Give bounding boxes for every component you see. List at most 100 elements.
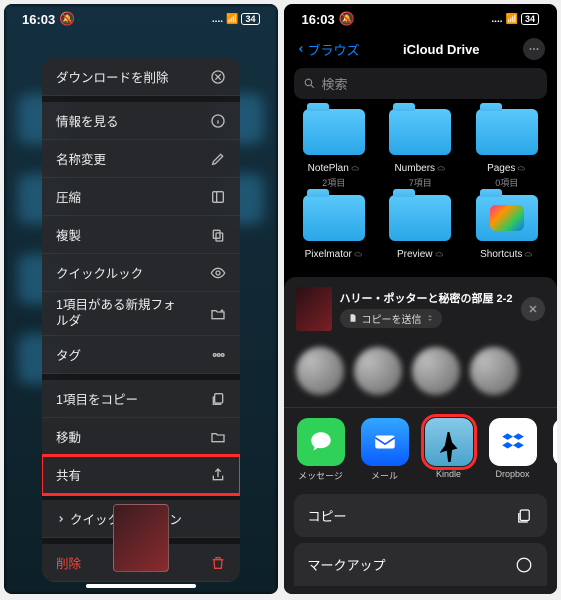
search-icon — [303, 77, 316, 90]
menu-label: 1項目をコピー — [56, 389, 138, 408]
wifi-icon: 📶 — [506, 14, 518, 25]
trash-icon — [210, 555, 226, 571]
app-label: メッセージ — [292, 469, 350, 482]
folder-name: Numbers — [394, 163, 435, 174]
folder-pages[interactable]: Pages 0項目 — [467, 109, 548, 189]
menu-compress[interactable]: 圧縮 — [42, 178, 240, 216]
menu-label: タグ — [56, 345, 81, 364]
action-label: マークアップ — [308, 555, 386, 574]
wifi-icon: 📶 — [226, 14, 238, 25]
cell-dots: .... — [212, 14, 223, 25]
airdrop-target[interactable] — [412, 347, 460, 395]
close-icon — [527, 303, 539, 315]
home-indicator[interactable] — [86, 584, 196, 588]
folder-grid: NotePlan 2項目 Numbers 7項目 Pages 0項目 Pixel… — [284, 103, 558, 268]
bell-icon: 🔕 — [59, 11, 75, 27]
cloud-icon — [351, 164, 360, 173]
status-time: 16:03 — [22, 12, 55, 27]
folder-numbers[interactable]: Numbers 7項目 — [380, 109, 461, 189]
app-mail[interactable]: メール — [356, 418, 414, 482]
share-sheet: ハリー・ポッターと秘密の部屋 2-2 コピーを送信 — [284, 277, 558, 594]
folder-sub: 7項目 — [380, 176, 461, 189]
menu-label: 圧縮 — [56, 187, 81, 206]
menu-move[interactable]: 移動 — [42, 418, 240, 456]
airdrop-target[interactable] — [354, 347, 402, 395]
bell-icon: 🔕 — [339, 11, 355, 27]
share-options-button[interactable]: コピーを送信 — [340, 309, 442, 328]
status-time: 16:03 — [302, 12, 335, 27]
menu-share[interactable]: 共有 — [42, 456, 240, 494]
action-label: コピー — [308, 506, 347, 525]
action-markup[interactable]: マークアップ — [294, 543, 548, 586]
folder-plus-icon — [210, 306, 226, 322]
app-kindle[interactable]: Kindle — [420, 418, 478, 482]
cloud-icon — [435, 250, 444, 259]
menu-label: 複製 — [56, 225, 81, 244]
app-dropbox[interactable]: Dropbox — [484, 418, 542, 482]
menu-label: 削除 — [56, 553, 81, 572]
folder-preview[interactable]: Preview — [380, 195, 461, 262]
share-action-list: コピー マークアップ — [284, 494, 558, 594]
cloud-icon — [524, 250, 533, 259]
cloud-icon — [354, 250, 363, 259]
info-icon — [210, 113, 226, 129]
menu-label: クイックルック — [56, 263, 143, 282]
more-button[interactable] — [523, 38, 545, 60]
menu-info[interactable]: 情報を見る — [42, 102, 240, 140]
folder-sub: 2項目 — [294, 176, 375, 189]
folder-pixelmator[interactable]: Pixelmator — [294, 195, 375, 262]
menu-remove-download[interactable]: ダウンロードを削除 — [42, 58, 240, 96]
menu-rename[interactable]: 名称変更 — [42, 140, 240, 178]
menu-tag[interactable]: タグ — [42, 336, 240, 374]
cloud-icon — [437, 164, 446, 173]
app-label: Kindle — [420, 469, 478, 479]
app-more[interactable]: D — [548, 418, 558, 482]
tag-icon — [210, 347, 226, 363]
markup-icon — [515, 556, 533, 574]
copy-icon — [515, 507, 533, 525]
share-header: ハリー・ポッターと秘密の部屋 2-2 コピーを送信 — [284, 287, 558, 339]
file-thumbnail[interactable] — [113, 504, 169, 572]
mail-icon — [372, 429, 398, 455]
folder-icon — [210, 429, 226, 445]
folder-icon — [476, 109, 538, 155]
folder-icon — [389, 195, 451, 241]
menu-new-folder[interactable]: 1項目がある新規フォルダ — [42, 292, 240, 336]
dropbox-icon — [500, 429, 526, 455]
app-label: D — [548, 469, 558, 479]
ellipsis-icon — [527, 42, 541, 56]
archive-icon — [210, 189, 226, 205]
nav-bar: ブラウズ iCloud Drive — [284, 34, 558, 64]
menu-copy-one[interactable]: 1項目をコピー — [42, 380, 240, 418]
share-apps-row: メッセージ メール Kindle Dropbox — [284, 408, 558, 494]
messages-icon — [308, 429, 334, 455]
airdrop-row — [284, 339, 558, 408]
folder-icon — [389, 109, 451, 155]
menu-duplicate[interactable]: 複製 — [42, 216, 240, 254]
cell-dots: .... — [491, 14, 502, 25]
menu-label: ダウンロードを削除 — [56, 67, 169, 86]
airdrop-target[interactable] — [470, 347, 518, 395]
back-button[interactable]: ブラウズ — [296, 40, 360, 59]
folder-sub: 0項目 — [467, 176, 548, 189]
menu-label: 名称変更 — [56, 149, 106, 168]
battery-level: 34 — [241, 13, 259, 25]
menu-quicklook[interactable]: クイックルック — [42, 254, 240, 292]
menu-label: 移動 — [56, 427, 81, 446]
phone-left: 16:03 🔕 .... 📶 34 ダウンロードを削除 情報を見る 名称変更 — [4, 4, 278, 594]
app-label: メール — [356, 469, 414, 482]
airdrop-target[interactable] — [296, 347, 344, 395]
search-placeholder: 検索 — [322, 74, 348, 93]
folder-shortcuts[interactable]: Shortcuts — [467, 195, 548, 262]
search-input[interactable]: 検索 — [294, 68, 548, 99]
folder-noteplan[interactable]: NotePlan 2項目 — [294, 109, 375, 189]
folder-name: NotePlan — [308, 163, 349, 174]
folder-icon — [303, 109, 365, 155]
folder-name: Pages — [487, 163, 515, 174]
eye-icon — [210, 265, 226, 281]
action-copy[interactable]: コピー — [294, 494, 548, 537]
close-button[interactable] — [521, 297, 545, 321]
app-label: Dropbox — [484, 469, 542, 479]
app-messages[interactable]: メッセージ — [292, 418, 350, 482]
folder-icon — [476, 195, 538, 241]
